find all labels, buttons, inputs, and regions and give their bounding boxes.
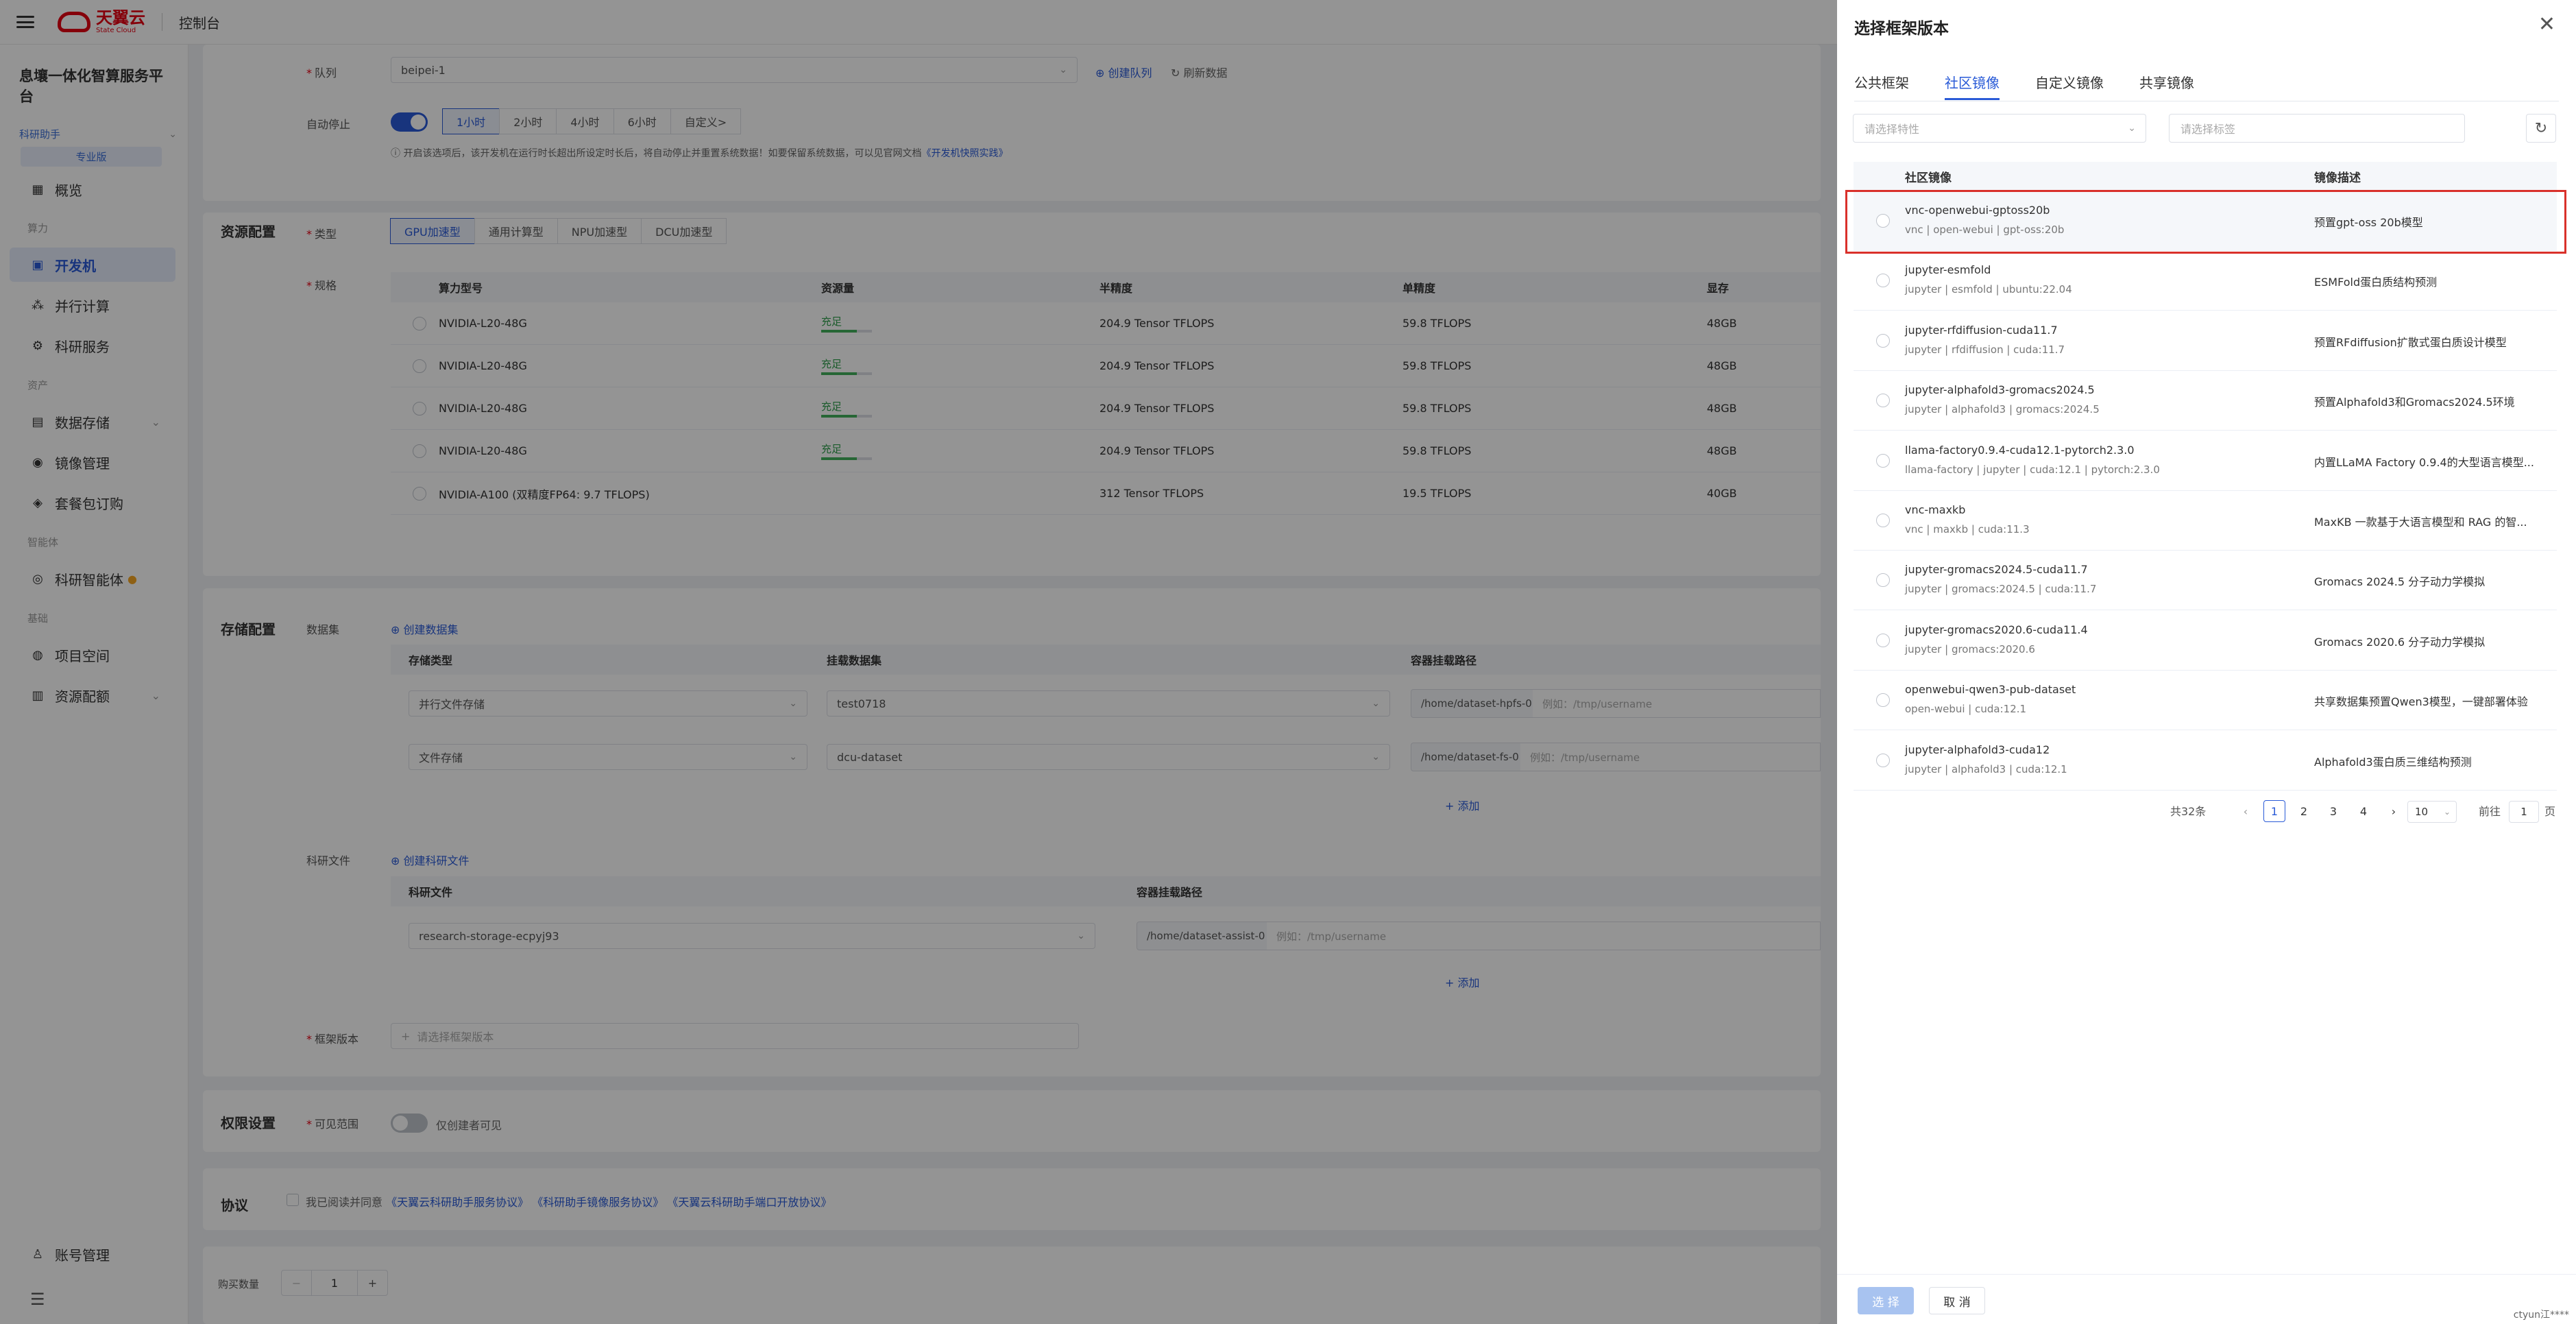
image-radio[interactable] bbox=[1876, 633, 1890, 647]
image-desc: 预置RFdiffusion扩散式蛋白质设计模型 bbox=[2314, 335, 2507, 349]
image-desc: Gromacs 2024.5 分子动力学模拟 bbox=[2314, 575, 2486, 589]
modal-overlay[interactable] bbox=[0, 0, 1837, 1324]
drawer-footer: 选 择 取 消 bbox=[1837, 1274, 2576, 1324]
image-radio[interactable] bbox=[1876, 333, 1890, 348]
image-radio[interactable] bbox=[1876, 394, 1890, 408]
col-community-image: 社区镜像 bbox=[1905, 171, 1952, 185]
drawer-title: 选择框架版本 bbox=[1854, 20, 1949, 38]
image-tabs: 公共框架 社区镜像 自定义镜像 共享镜像 bbox=[1854, 72, 2230, 100]
image-table-header: 社区镜像 镜像描述 bbox=[1854, 162, 2557, 191]
col-image-desc: 镜像描述 bbox=[2314, 171, 2361, 185]
image-desc: 共享数据集预置Qwen3模型，一键部署体验 bbox=[2314, 695, 2528, 709]
image-tags: jupyter | gromacs:2024.5 | cuda:11.7 bbox=[1905, 583, 2097, 596]
image-tags: llama-factory | jupyter | cuda:12.1 | py… bbox=[1905, 463, 2160, 476]
image-tags: jupyter | alphafold3 | cuda:12.1 bbox=[1905, 762, 2067, 775]
image-desc: MaxKB 一款基于大语言模型和 RAG 的智... bbox=[2314, 516, 2527, 529]
tab-public-framework[interactable]: 公共框架 bbox=[1854, 72, 1909, 100]
image-desc: Alphafold3蛋白质三维结构预测 bbox=[2314, 755, 2472, 769]
image-row[interactable]: jupyter-alphafold3-cuda12 jupyter | alpha… bbox=[1854, 731, 2557, 791]
image-name: vnc-maxkb bbox=[1905, 503, 1966, 516]
next-page-icon[interactable]: › bbox=[2383, 800, 2405, 822]
image-tags: jupyter | gromacs:2020.6 bbox=[1905, 642, 2035, 655]
close-icon[interactable]: ✕ bbox=[2538, 12, 2555, 36]
image-name: jupyter-rfdiffusion-cuda11.7 bbox=[1905, 323, 2058, 337]
feature-select[interactable]: 请选择特性 ⌄ bbox=[1853, 114, 2146, 143]
image-row[interactable]: jupyter-gromacs2020.6-cuda11.4 jupyter | … bbox=[1854, 611, 2557, 671]
page-3[interactable]: 3 bbox=[2322, 800, 2344, 822]
page-2[interactable]: 2 bbox=[2293, 800, 2315, 822]
image-name: jupyter-gromacs2020.6-cuda11.4 bbox=[1905, 623, 2088, 636]
goto-page-input[interactable]: 1 bbox=[2509, 801, 2539, 823]
goto-prefix: 前往 bbox=[2479, 805, 2501, 818]
image-tags: vnc | maxkb | cuda:11.3 bbox=[1905, 523, 2030, 535]
tab-shared-image[interactable]: 共享镜像 bbox=[2139, 72, 2194, 100]
image-row[interactable]: llama-factory0.9.4-cuda12.1-pytorch2.3.0… bbox=[1854, 431, 2557, 491]
cancel-button[interactable]: 取 消 bbox=[1929, 1287, 1985, 1314]
image-desc: Gromacs 2020.6 分子动力学模拟 bbox=[2314, 635, 2486, 649]
page-size-select[interactable]: 10 ⌄ bbox=[2407, 801, 2457, 823]
image-tags: jupyter | alphafold3 | gromacs:2024.5 bbox=[1905, 403, 2100, 416]
image-radio[interactable] bbox=[1876, 573, 1890, 588]
image-desc: 内置LLaMA Factory 0.9.4的大型语言模型... bbox=[2314, 455, 2534, 469]
image-radio[interactable] bbox=[1876, 753, 1890, 767]
tab-custom-image[interactable]: 自定义镜像 bbox=[2035, 72, 2104, 100]
tag-select[interactable]: 请选择标签 bbox=[2169, 114, 2465, 143]
image-name: openwebui-qwen3-pub-dataset bbox=[1905, 683, 2076, 697]
image-desc: 预置Alphafold3和Gromacs2024.5环境 bbox=[2314, 396, 2515, 409]
image-name: jupyter-gromacs2024.5-cuda11.7 bbox=[1905, 563, 2088, 577]
image-row[interactable]: vnc-maxkb vnc | maxkb | cuda:11.3 MaxKB 一款… bbox=[1854, 491, 2557, 551]
watermark: ctyun江**** bbox=[2513, 1310, 2569, 1321]
image-row[interactable]: jupyter-alphafold3-gromacs2024.5 jupyter … bbox=[1854, 371, 2557, 431]
image-row[interactable]: jupyter-rfdiffusion-cuda11.7 jupyter | rf… bbox=[1854, 311, 2557, 371]
image-desc: ESMFold蛋白质结构预测 bbox=[2314, 276, 2438, 289]
image-name: jupyter-alphafold3-cuda12 bbox=[1905, 743, 2050, 756]
refresh-icon[interactable]: ↻ bbox=[2526, 114, 2556, 143]
image-row[interactable]: openwebui-qwen3-pub-dataset open-webui | … bbox=[1854, 671, 2557, 731]
image-radio[interactable] bbox=[1876, 514, 1890, 527]
image-row[interactable]: jupyter-gromacs2024.5-cuda11.7 jupyter | … bbox=[1854, 551, 2557, 611]
page-1[interactable]: 1 bbox=[2263, 800, 2285, 822]
image-radio[interactable] bbox=[1876, 693, 1890, 708]
page-4[interactable]: 4 bbox=[2353, 800, 2374, 822]
image-radio[interactable] bbox=[1876, 274, 1890, 288]
image-name: llama-factory0.9.4-cuda12.1-pytorch2.3.0 bbox=[1905, 443, 2135, 457]
image-name: jupyter-esmfold bbox=[1905, 263, 1991, 277]
image-tags: jupyter | rfdiffusion | cuda:11.7 bbox=[1905, 343, 2065, 356]
total-count: 共32条 bbox=[2170, 805, 2207, 818]
chevron-down-icon: ⌄ bbox=[2128, 123, 2136, 134]
selected-row-highlight bbox=[1845, 190, 2566, 254]
prev-page-icon[interactable]: ‹ bbox=[2235, 800, 2257, 822]
goto-suffix: 页 bbox=[2544, 805, 2556, 818]
chevron-down-icon: ⌄ bbox=[2443, 807, 2451, 817]
image-tags: jupyter | esmfold | ubuntu:22.04 bbox=[1905, 283, 2072, 296]
image-tags: open-webui | cuda:12.1 bbox=[1905, 703, 2027, 716]
image-name: jupyter-alphafold3-gromacs2024.5 bbox=[1905, 383, 2095, 397]
select-button[interactable]: 选 择 bbox=[1858, 1287, 1914, 1314]
image-radio[interactable] bbox=[1876, 453, 1890, 468]
tab-community-image[interactable]: 社区镜像 bbox=[1945, 72, 2000, 100]
image-row[interactable]: jupyter-esmfold jupyter | esmfold | ubunt… bbox=[1854, 251, 2557, 311]
